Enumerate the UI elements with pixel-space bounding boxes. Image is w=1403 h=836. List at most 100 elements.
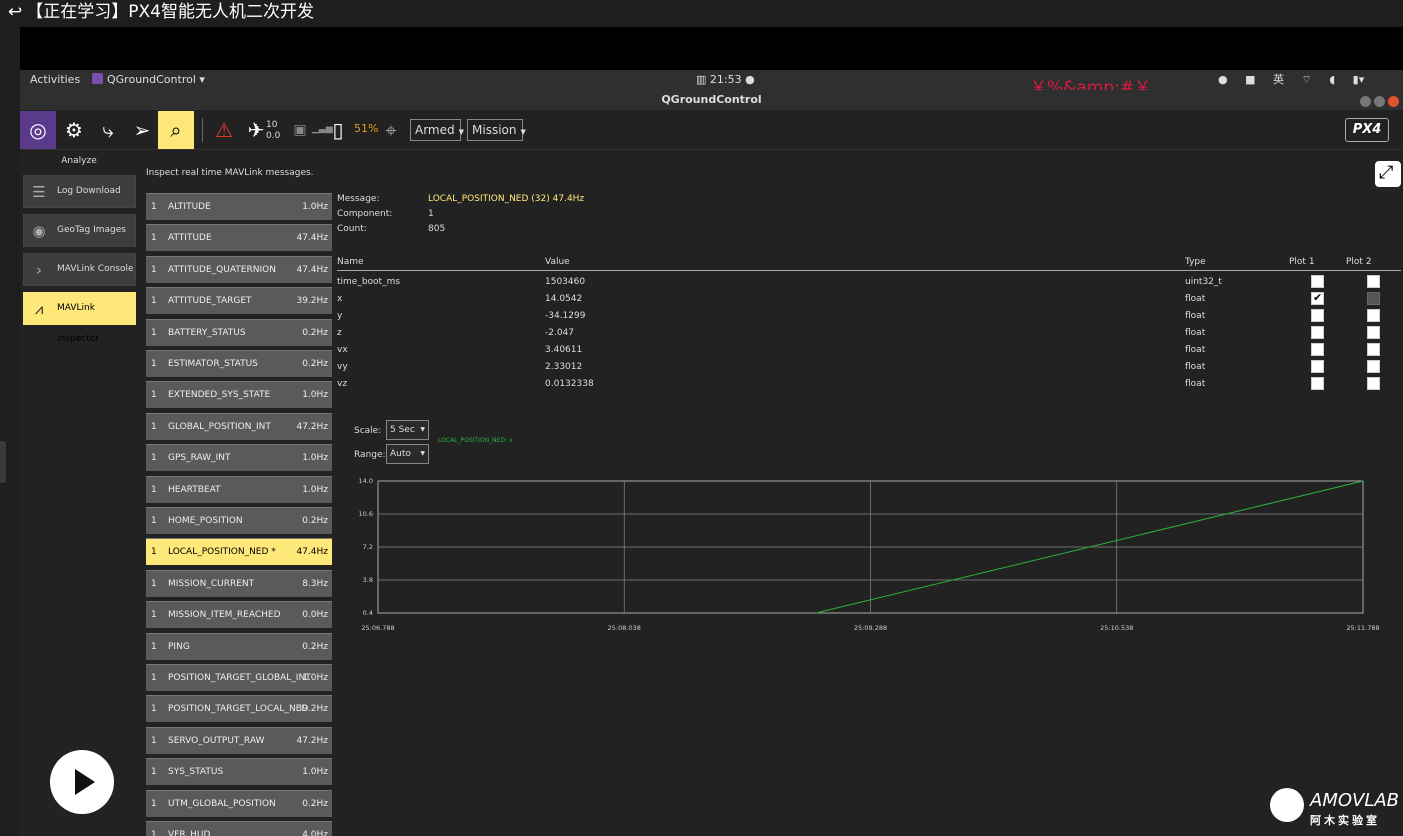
message-component: 1 [151, 673, 157, 683]
message-row[interactable]: 1 PING 0.2Hz [146, 632, 332, 660]
message-row[interactable]: 1 SERVO_OUTPUT_RAW 47.2Hz [146, 726, 332, 754]
message-row[interactable]: 1 UTM_GLOBAL_POSITION 0.2Hz [146, 789, 332, 817]
plot2-checkbox[interactable] [1367, 309, 1380, 322]
message-row[interactable]: 1 ATTITUDE_TARGET 39.2Hz [146, 287, 332, 315]
back-icon[interactable]: ↩ [8, 2, 22, 22]
plot2-checkbox [1367, 292, 1380, 305]
plot2-checkbox[interactable] [1367, 377, 1380, 390]
input-method[interactable]: 英 [1273, 73, 1284, 86]
sidebar-item-mavlink-console[interactable]: › MAVLink Console [23, 253, 136, 286]
message-row[interactable]: 1 SYS_STATUS 1.0Hz [146, 758, 332, 786]
message-row[interactable]: 1 ALTITUDE 1.0Hz [146, 193, 332, 220]
plot2-checkbox[interactable] [1367, 343, 1380, 356]
message-row[interactable]: 1 HOME_POSITION 0.2Hz [146, 507, 332, 534]
clock[interactable]: ▥ 21:53 ● [696, 70, 755, 90]
video-letterbox [20, 27, 1403, 70]
gps-indicator[interactable]: ✈ [238, 111, 274, 149]
fields-header-plot1: Plot 1 [1289, 257, 1315, 267]
message-row[interactable]: 1 MISSION_CURRENT 8.3Hz [146, 569, 332, 597]
message-row[interactable]: 1 MISSION_ITEM_REACHED 0.0Hz [146, 601, 332, 629]
message-name: BATTERY_STATUS [168, 327, 246, 338]
plot1-checkbox[interactable] [1311, 275, 1324, 288]
warning-indicator[interactable]: ⚠ [206, 111, 242, 149]
analyze-view-button[interactable]: ⌕ [158, 111, 194, 149]
field-name: x [337, 294, 343, 304]
message-name: HEARTBEAT [168, 484, 221, 495]
message-row[interactable]: 1 LOCAL_POSITION_NED * 47.4Hz [146, 538, 332, 566]
chevron-down-icon: ▼ [520, 128, 526, 136]
message-component: 1 [151, 735, 157, 746]
vehicle-setup-button[interactable]: ⚙ [56, 111, 92, 149]
plot1-checkbox[interactable] [1311, 326, 1324, 339]
field-name: vz [337, 379, 348, 389]
y-tick-label: 14.0 [359, 477, 373, 485]
message-row[interactable]: 1 GPS_RAW_INT 1.0Hz [146, 444, 332, 472]
expand-icon[interactable] [1375, 161, 1401, 187]
message-label: Message: [337, 194, 380, 204]
range-dropdown[interactable]: Auto ▼ [386, 444, 429, 464]
message-component: 1 [151, 578, 157, 589]
message-rate: 1.0Hz [302, 484, 328, 495]
sidebar-item-geotag-images[interactable]: ◉ GeoTag Images [23, 214, 136, 247]
qgc-logo-icon: ◎ [29, 118, 47, 142]
maximize-icon[interactable] [1374, 96, 1385, 107]
plot2-checkbox[interactable] [1367, 360, 1380, 373]
plot1-checkbox[interactable] [1311, 360, 1324, 373]
field-value: 3.40611 [545, 345, 583, 355]
message-row[interactable]: 1 HEARTBEAT 1.0Hz [146, 475, 332, 503]
sidebar-item-label: Log Download [57, 186, 121, 196]
gps-lock-indicator[interactable]: ⌖ [376, 111, 406, 149]
y-tick-label: 3.8 [363, 576, 373, 584]
message-component: 1 [151, 547, 157, 558]
fields-header-name: Name [337, 257, 364, 267]
satellite-icon: ✈ [247, 118, 265, 142]
activities-button[interactable]: Activities [30, 70, 80, 90]
wifi-icon[interactable]: ⌔ [1302, 73, 1312, 86]
message-row[interactable]: 1 VFR_HUD 4.0Hz [146, 821, 332, 836]
message-row[interactable]: 1 POSITION_TARGET_LOCAL_NED 39.2Hz [146, 695, 332, 723]
armed-dropdown[interactable]: Armed ▼ [410, 119, 465, 141]
plot1-checkbox[interactable] [1311, 377, 1324, 390]
volume-icon[interactable]: ◖ [1329, 73, 1335, 86]
scale-dropdown[interactable]: 5 Sec ▼ [386, 420, 429, 440]
power-icon[interactable]: ▮▾ [1353, 73, 1365, 86]
plot2-checkbox[interactable] [1367, 326, 1380, 339]
plot2-checkbox[interactable] [1367, 275, 1380, 288]
close-icon[interactable] [1388, 96, 1399, 107]
flight-mode-dropdown[interactable]: Mission ▼ [467, 119, 526, 141]
play-button[interactable] [50, 750, 114, 814]
battery-indicator[interactable]: ▯ [326, 111, 350, 149]
message-row[interactable]: 1 POSITION_TARGET_GLOBAL_INT 1.0Hz [146, 664, 332, 691]
chevron-down-icon: ▼ [458, 128, 465, 136]
sidebar-header: Analyze [61, 156, 97, 166]
message-name: ESTIMATOR_STATUS [168, 359, 258, 369]
plot1-checkbox[interactable] [1311, 309, 1324, 322]
y-tick-label: 10.6 [359, 510, 373, 518]
message-name: HOME_POSITION [168, 516, 243, 526]
message-rate: 1.0Hz [302, 453, 328, 464]
app-menu[interactable]: QGroundControl ▾ [92, 70, 205, 90]
message-row[interactable]: 1 ESTIMATOR_STATUS 0.2Hz [146, 350, 332, 377]
minimize-icon[interactable] [1360, 96, 1371, 107]
message-row[interactable]: 1 GLOBAL_POSITION_INT 47.2Hz [146, 412, 332, 440]
side-handle[interactable] [0, 441, 6, 483]
plot1-checkbox[interactable] [1311, 291, 1324, 305]
system-tray[interactable]: ● ■ 英 ⌔ ◖ ▮▾ [1218, 70, 1378, 90]
sidebar-item-mavlink-inspector[interactable]: ⩘ MAVLink Inspector [23, 292, 136, 344]
qgc-logo-button[interactable]: ◎ [20, 111, 56, 149]
message-row[interactable]: 1 BATTERY_STATUS 0.2Hz [146, 318, 332, 346]
component-label: Component: [337, 209, 393, 219]
update-icon[interactable]: ● [1218, 73, 1228, 86]
message-component: 1 [151, 390, 157, 401]
record-icon[interactable]: ■ [1245, 73, 1255, 86]
qgc-app-icon [92, 73, 103, 84]
fly-view-button[interactable]: ➢ [124, 111, 160, 149]
message-list[interactable]: 1 ALTITUDE 1.0Hz 1 ATTITUDE 47.4Hz 1 ATTITUDE_Q… [146, 193, 332, 836]
message-rate: 4.0Hz [302, 830, 328, 836]
plot1-checkbox[interactable] [1311, 343, 1324, 356]
message-row[interactable]: 1 ATTITUDE_QUATERNION 47.4Hz [146, 255, 332, 283]
message-row[interactable]: 1 EXTENDED_SYS_STATE 1.0Hz [146, 381, 332, 409]
message-row[interactable]: 1 ATTITUDE 47.4Hz [146, 224, 332, 252]
sidebar-item-log-download[interactable]: ☰ Log Download [23, 175, 136, 208]
plan-view-button[interactable]: ⤷ [90, 111, 126, 149]
